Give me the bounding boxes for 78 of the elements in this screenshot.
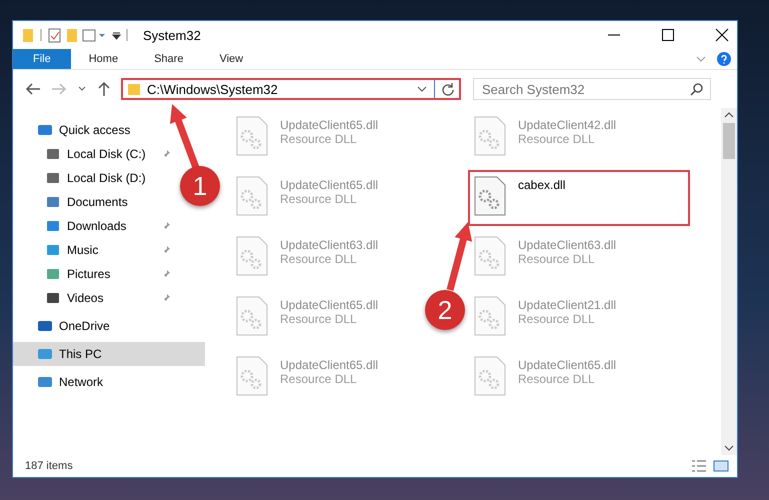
- sidebar-icon: [45, 170, 61, 186]
- sidebar-item[interactable]: OneDrive: [13, 314, 118, 338]
- file-name: cabex.dll: [518, 177, 566, 192]
- file-type: Resource DLL: [280, 252, 358, 266]
- step-number-badge: 1: [180, 166, 220, 206]
- file-type: Resource DLL: [280, 372, 358, 386]
- gear-file-icon: [236, 116, 268, 156]
- close-icon[interactable]: [715, 28, 729, 42]
- maximize-icon[interactable]: [661, 28, 675, 42]
- sidebar-item[interactable]: Quick access: [13, 118, 138, 142]
- refresh-icon[interactable]: [441, 82, 455, 96]
- ribbon-tab[interactable]: View: [201, 49, 262, 69]
- file-name: UpdateClient65.dll: [280, 177, 378, 192]
- sidebar-icon: [45, 218, 61, 234]
- scrollbar-thumb[interactable]: [723, 123, 735, 159]
- sidebar-icon: [45, 242, 61, 258]
- ribbon-tab[interactable]: File: [13, 49, 71, 69]
- gear-file-icon: [474, 236, 506, 276]
- help-icon[interactable]: [717, 52, 731, 66]
- window-title: System32: [143, 28, 201, 42]
- file-name: UpdateClient65.dll: [280, 297, 378, 312]
- sidebar-item[interactable]: Music: [13, 238, 179, 262]
- sidebar-item[interactable]: Downloads: [13, 214, 179, 238]
- file-name: UpdateClient63.dll: [518, 237, 616, 252]
- ribbon-tab[interactable]: Share: [136, 49, 202, 69]
- search-field[interactable]: Search System32: [473, 78, 711, 100]
- sidebar-icon: [45, 290, 61, 306]
- back-arrow-icon[interactable]: [25, 82, 41, 96]
- file-name: UpdateClient65.dll: [280, 117, 378, 132]
- sidebar-item[interactable]: Documents: [13, 190, 142, 214]
- gear-file-icon: [474, 116, 506, 156]
- gear-file-icon: [474, 356, 506, 396]
- details-view-icon[interactable]: [691, 459, 707, 473]
- sidebar-item[interactable]: Videos: [13, 286, 179, 310]
- sidebar-icon: [37, 122, 53, 138]
- file-type: Resource DLL: [518, 312, 596, 326]
- address-bar[interactable]: C:\Windows\System32: [121, 78, 461, 100]
- sidebar-item[interactable]: Network: [13, 370, 112, 394]
- folder-icon: [127, 82, 141, 96]
- file-type: Resource DLL: [280, 132, 358, 146]
- file-item[interactable]: cabex.dll: [470, 172, 688, 224]
- step-number-badge: 2: [425, 290, 465, 330]
- scroll-up-icon[interactable]: [724, 111, 734, 119]
- sidebar-item[interactable]: Local Disk (D:): [13, 166, 160, 190]
- ribbon-tab[interactable]: Home: [70, 49, 136, 69]
- tiles-view-icon[interactable]: [713, 459, 729, 473]
- gear-file-icon: [236, 236, 268, 276]
- annotation-arrow: [446, 222, 474, 292]
- file-name: UpdateClient42.dll: [518, 117, 616, 132]
- sidebar-item[interactable]: This PC: [13, 342, 205, 366]
- file-type: Resource DLL: [280, 312, 358, 326]
- sidebar-icon: [45, 194, 61, 210]
- file-type: Resource DLL: [518, 252, 596, 266]
- file-name: UpdateClient21.dll: [518, 297, 616, 312]
- sidebar-icon: [37, 318, 53, 334]
- item-count: 187 items: [25, 460, 73, 472]
- gear-file-icon: [474, 296, 506, 336]
- file-name: UpdateClient65.dll: [280, 357, 378, 372]
- file-name: UpdateClient65.dll: [518, 357, 616, 372]
- gear-file-icon: [236, 176, 268, 216]
- gear-file-icon: [236, 296, 268, 336]
- sidebar-icon: [45, 266, 61, 282]
- sidebar-item[interactable]: Pictures: [13, 262, 179, 286]
- gear-file-icon: [474, 176, 506, 216]
- annotation-arrow: [170, 104, 200, 170]
- file-type: Resource DLL: [280, 192, 358, 206]
- sidebar-icon: [37, 374, 53, 390]
- up-arrow-icon[interactable]: [97, 81, 111, 97]
- file-type: Resource DLL: [518, 132, 596, 146]
- search-icon[interactable]: [690, 82, 704, 96]
- sidebar-icon: [45, 146, 61, 162]
- file-name: UpdateClient63.dll: [280, 237, 378, 252]
- sidebar-icon: [37, 346, 53, 362]
- scrollbar[interactable]: [721, 108, 737, 455]
- scroll-down-icon[interactable]: [724, 444, 734, 452]
- gear-file-icon: [236, 356, 268, 396]
- file-type: Resource DLL: [518, 372, 596, 386]
- sidebar-item[interactable]: Local Disk (C:): [13, 142, 179, 166]
